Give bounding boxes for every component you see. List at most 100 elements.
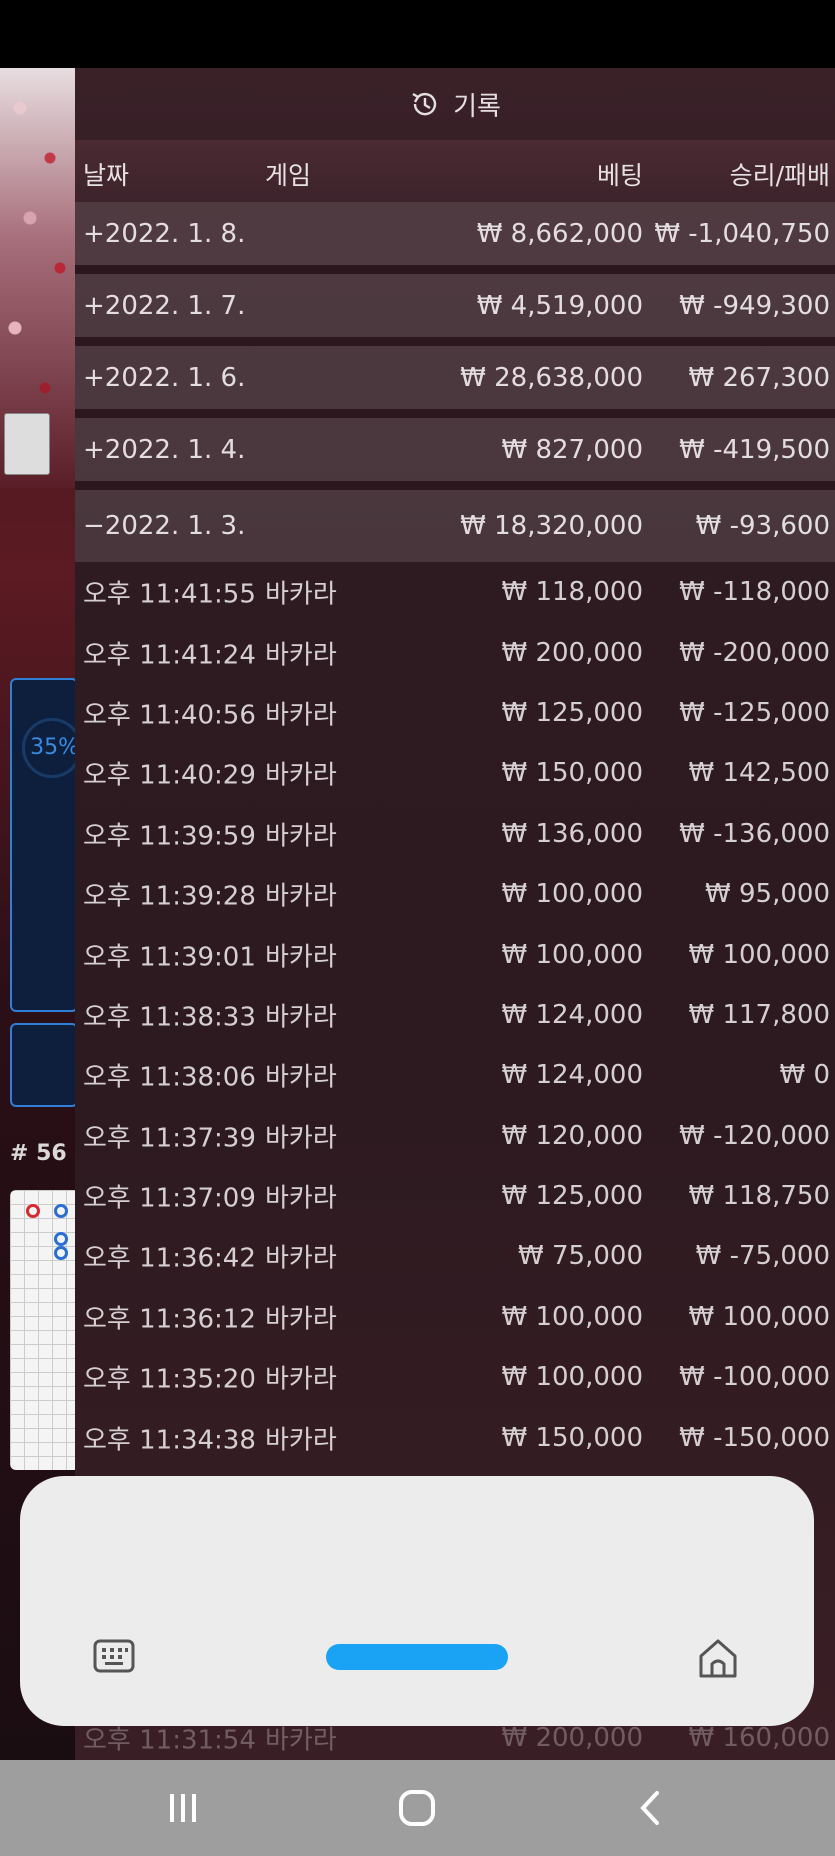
drag-handle[interactable] <box>326 1644 508 1670</box>
day-result: ₩ -949,300 <box>679 290 830 321</box>
round-bet: ₩ 118,000 <box>501 577 644 608</box>
day-bet: ₩ 827,000 <box>501 434 644 465</box>
round-time: 오후 11:34:38 <box>83 1425 256 1456</box>
day-row-expanded[interactable]: −2022. 1. 3. ₩ 18,320,000 ₩ -93,600 <box>75 490 835 562</box>
round-result: ₩ 95,000 <box>705 879 830 910</box>
roadmap-mark <box>54 1204 68 1218</box>
roadmap-mark <box>54 1246 68 1260</box>
back-button[interactable] <box>591 1760 711 1856</box>
round-bet: ₩ 200,000 <box>501 637 644 668</box>
round-bet: ₩ 100,000 <box>501 1301 644 1332</box>
round-result: ₩ -136,000 <box>679 818 830 849</box>
keyboard-icon[interactable] <box>92 1636 136 1676</box>
round-time: 오후 11:41:55 <box>83 579 256 610</box>
round-bet: ₩ 124,000 <box>501 999 644 1030</box>
detail-row[interactable]: 오후 11:36:42 바카라 ₩ 75,000 ₩ -75,000 <box>75 1226 835 1286</box>
round-bet: ₩ 125,000 <box>501 697 644 728</box>
column-header: 날짜 게임 베팅 승리/패배 <box>75 140 835 202</box>
back-icon <box>640 1791 659 1825</box>
nav-home-button[interactable] <box>357 1760 477 1856</box>
round-time: 오후 11:35:20 <box>83 1364 256 1395</box>
detail-row[interactable]: 오후 11:39:28 바카라 ₩ 100,000 ₩ 95,000 <box>75 864 835 924</box>
panel-header: 기록 <box>75 68 835 140</box>
home-icon[interactable] <box>696 1636 740 1680</box>
day-result: ₩ -419,500 <box>679 434 830 465</box>
panel-title: 기록 <box>453 91 501 122</box>
round-time: 오후 11:36:42 <box>83 1243 256 1274</box>
round-result: ₩ 100,000 <box>688 1301 831 1332</box>
day-row[interactable]: +2022. 1. 6. ₩ 28,638,000 ₩ 267,300 <box>75 346 835 418</box>
round-result: ₩ 117,800 <box>688 999 831 1030</box>
round-game: 바카라 <box>265 1304 337 1335</box>
round-time: 오후 11:41:24 <box>83 640 256 671</box>
round-bet: ₩ 136,000 <box>501 818 644 849</box>
round-time: 오후 11:39:28 <box>83 881 256 912</box>
round-game: 바카라 <box>265 640 337 671</box>
round-time: 오후 11:36:12 <box>83 1304 256 1335</box>
round-time: 오후 11:37:39 <box>83 1123 256 1154</box>
round-bet: ₩ 124,000 <box>501 1060 644 1091</box>
round-bet: ₩ 200,000 <box>501 1723 644 1754</box>
bet-widget-secondary[interactable] <box>10 1023 78 1107</box>
round-result: ₩ -100,000 <box>679 1362 830 1393</box>
round-game: 바카라 <box>265 1183 337 1214</box>
percent-indicator: 35% <box>22 718 82 778</box>
day-date: −2022. 1. 3. <box>83 511 246 541</box>
round-game: 바카라 <box>265 821 337 852</box>
round-bet: ₩ 75,000 <box>518 1241 643 1272</box>
round-result: ₩ 160,000 <box>688 1723 831 1754</box>
detail-row[interactable]: 오후 11:35:20 바카라 ₩ 100,000 ₩ -100,000 <box>75 1347 835 1407</box>
day-row[interactable]: +2022. 1. 8. ₩ 8,662,000 ₩ -1,040,750 <box>75 202 835 274</box>
navigation-bar <box>0 1760 835 1856</box>
round-game: 바카라 <box>265 1002 337 1033</box>
round-game: 바카라 <box>265 1425 337 1456</box>
round-bet: ₩ 150,000 <box>501 758 644 789</box>
day-date: +2022. 1. 8. <box>83 218 246 249</box>
day-row[interactable]: +2022. 1. 7. ₩ 4,519,000 ₩ -949,300 <box>75 274 835 346</box>
bet-widget[interactable]: 35% <box>10 678 82 1012</box>
round-game: 바카라 <box>265 1243 337 1274</box>
round-result: ₩ -118,000 <box>679 577 830 608</box>
round-bet: ₩ 150,000 <box>501 1422 644 1453</box>
day-result: ₩ 267,300 <box>688 362 831 393</box>
round-bet: ₩ 100,000 <box>501 939 644 970</box>
round-time: 오후 11:39:59 <box>83 821 256 852</box>
roadmap <box>10 1190 80 1470</box>
col-bet: 베팅 <box>596 161 643 190</box>
day-row[interactable]: +2022. 1. 4. ₩ 827,000 ₩ -419,500 <box>75 418 835 490</box>
keyboard-toolbar <box>20 1476 814 1726</box>
recent-apps-icon <box>170 1794 196 1822</box>
round-result: ₩ -120,000 <box>679 1120 830 1151</box>
round-game: 바카라 <box>265 700 337 731</box>
round-game: 바카라 <box>265 881 337 912</box>
round-time: 오후 11:38:06 <box>83 1062 256 1093</box>
round-game: 바카라 <box>265 760 337 791</box>
detail-row[interactable]: 오후 11:34:38 바카라 ₩ 150,000 ₩ -150,000 <box>75 1407 835 1467</box>
round-result: ₩ -75,000 <box>695 1241 830 1272</box>
detail-row[interactable]: 오후 11:38:33 바카라 ₩ 124,000 ₩ 117,800 <box>75 985 835 1045</box>
round-game: 바카라 <box>265 1123 337 1154</box>
status-bar <box>0 0 835 68</box>
detail-row[interactable]: 오후 11:37:39 바카라 ₩ 120,000 ₩ -120,000 <box>75 1106 835 1166</box>
detail-row[interactable]: 오후 11:41:55 바카라 ₩ 118,000 ₩ -118,000 <box>75 562 835 622</box>
round-game: 바카라 <box>265 1364 337 1395</box>
round-bet: ₩ 125,000 <box>501 1181 644 1212</box>
round-time: 오후 11:39:01 <box>83 942 256 973</box>
round-game: 바카라 <box>265 1062 337 1093</box>
detail-row[interactable]: 오후 11:39:59 바카라 ₩ 136,000 ₩ -136,000 <box>75 804 835 864</box>
round-result: ₩ 100,000 <box>688 939 831 970</box>
history-icon <box>412 92 437 116</box>
round-result: ₩ 118,750 <box>688 1181 831 1212</box>
detail-row[interactable]: 오후 11:40:29 바카라 ₩ 150,000 ₩ 142,500 <box>75 743 835 803</box>
roadmap-mark <box>26 1204 40 1218</box>
detail-row[interactable]: 오후 11:40:56 바카라 ₩ 125,000 ₩ -125,000 <box>75 683 835 743</box>
detail-row[interactable]: 오후 11:37:09 바카라 ₩ 125,000 ₩ 118,750 <box>75 1166 835 1226</box>
detail-row[interactable]: 오후 11:36:12 바카라 ₩ 100,000 ₩ 100,000 <box>75 1287 835 1347</box>
detail-row[interactable]: 오후 11:38:06 바카라 ₩ 124,000 ₩ 0 <box>75 1045 835 1105</box>
roadmap-mark <box>54 1232 68 1246</box>
round-game: 바카라 <box>265 579 337 610</box>
round-result: ₩ -125,000 <box>679 697 830 728</box>
recent-apps-button[interactable] <box>123 1760 243 1856</box>
detail-row[interactable]: 오후 11:39:01 바카라 ₩ 100,000 ₩ 100,000 <box>75 924 835 984</box>
detail-row[interactable]: 오후 11:41:24 바카라 ₩ 200,000 ₩ -200,000 <box>75 622 835 682</box>
